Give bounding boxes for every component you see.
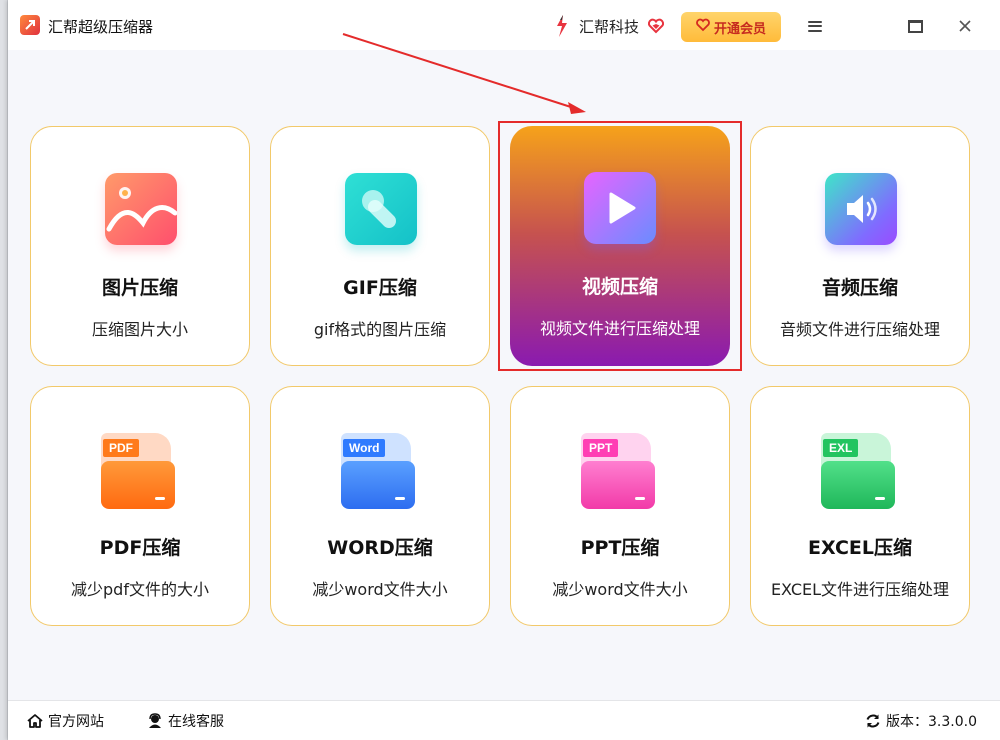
gif-icon (345, 173, 417, 245)
app-window: 汇帮超级压缩器 汇帮科技 开通会员 图片压缩 压缩图片大小 GIF压缩 gif格… (8, 0, 1000, 740)
online-service-link[interactable]: 在线客服 (146, 711, 224, 731)
card-desc: 减少word文件大小 (552, 580, 688, 599)
vip-button[interactable]: 开通会员 (681, 12, 781, 42)
card-title: 图片压缩 (101, 277, 178, 299)
card-title: PPT压缩 (580, 537, 660, 559)
card-desc: 压缩图片大小 (91, 320, 188, 339)
refresh-icon (864, 712, 882, 730)
card-title: WORD压缩 (327, 537, 433, 559)
card-word-compress[interactable]: Word WORD压缩 减少word文件大小 (270, 386, 490, 626)
maximize-icon (907, 19, 923, 33)
online-service-label: 在线客服 (168, 714, 224, 730)
app-title: 汇帮超级压缩器 (48, 18, 154, 36)
card-title: PDF压缩 (99, 537, 181, 559)
card-desc: gif格式的图片压缩 (313, 320, 447, 339)
close-icon (959, 20, 971, 32)
word-folder-icon: Word (341, 433, 415, 509)
card-gif-compress[interactable]: GIF压缩 gif格式的图片压缩 (270, 126, 490, 366)
vip-button-label: 开通会员 (713, 21, 766, 37)
version-label: 版本：3.3.0.0 (886, 714, 977, 730)
card-desc: 减少word文件大小 (312, 580, 448, 599)
main-content: 图片压缩 压缩图片大小 GIF压缩 gif格式的图片压缩 视频压缩 视频文件进行… (8, 50, 1000, 700)
maximize-button[interactable] (900, 12, 930, 40)
card-desc: 音频文件进行压缩处理 (779, 320, 940, 339)
card-desc: 减少pdf文件的大小 (71, 580, 209, 599)
close-button[interactable] (950, 12, 980, 40)
official-site-link[interactable]: 官方网站 (26, 711, 104, 731)
image-icon (105, 173, 178, 245)
card-title: GIF压缩 (343, 277, 417, 299)
brand-name: 汇帮科技 (579, 17, 640, 36)
home-icon (26, 712, 44, 730)
card-title: EXCEL压缩 (808, 537, 912, 559)
menu-button[interactable] (800, 12, 830, 40)
ppt-folder-icon: PPT (581, 433, 655, 509)
official-site-label: 官方网站 (48, 714, 104, 730)
menu-icon (808, 20, 822, 32)
app-logo-icon (20, 15, 40, 35)
status-bar: 官方网站 在线客服 版本：3.3.0.0 (8, 700, 1000, 740)
card-desc: EXCEL文件进行压缩处理 (770, 580, 950, 599)
version-info[interactable]: 版本：3.3.0.0 (864, 711, 977, 731)
excel-tag: EXL (823, 439, 859, 457)
excel-folder-icon: EXL (821, 433, 895, 509)
brand[interactable]: 汇帮科技 (553, 14, 665, 38)
word-tag: Word (343, 439, 386, 457)
pdf-tag: PDF (103, 439, 139, 457)
title-bar: 汇帮超级压缩器 汇帮科技 开通会员 (8, 0, 1000, 50)
audio-speaker-icon (825, 173, 897, 245)
card-excel-compress[interactable]: EXL EXCEL压缩 EXCEL文件进行压缩处理 (750, 386, 970, 626)
customer-service-icon (146, 712, 164, 730)
card-image-compress[interactable]: 图片压缩 压缩图片大小 (30, 126, 250, 366)
brand-logo-icon (553, 14, 571, 38)
card-pdf-compress[interactable]: PDF PDF压缩 减少pdf文件的大小 (30, 386, 250, 626)
background-window-edge (0, 0, 8, 740)
heart-icon (647, 17, 665, 35)
highlight-box (498, 121, 742, 371)
card-audio-compress[interactable]: 音频压缩 音频文件进行压缩处理 (750, 126, 970, 366)
card-ppt-compress[interactable]: PPT PPT压缩 减少word文件大小 (510, 386, 730, 626)
card-title: 音频压缩 (821, 277, 898, 299)
ppt-tag: PPT (583, 439, 619, 457)
vip-diamond-icon (696, 18, 710, 36)
pdf-folder-icon: PDF (101, 433, 175, 509)
